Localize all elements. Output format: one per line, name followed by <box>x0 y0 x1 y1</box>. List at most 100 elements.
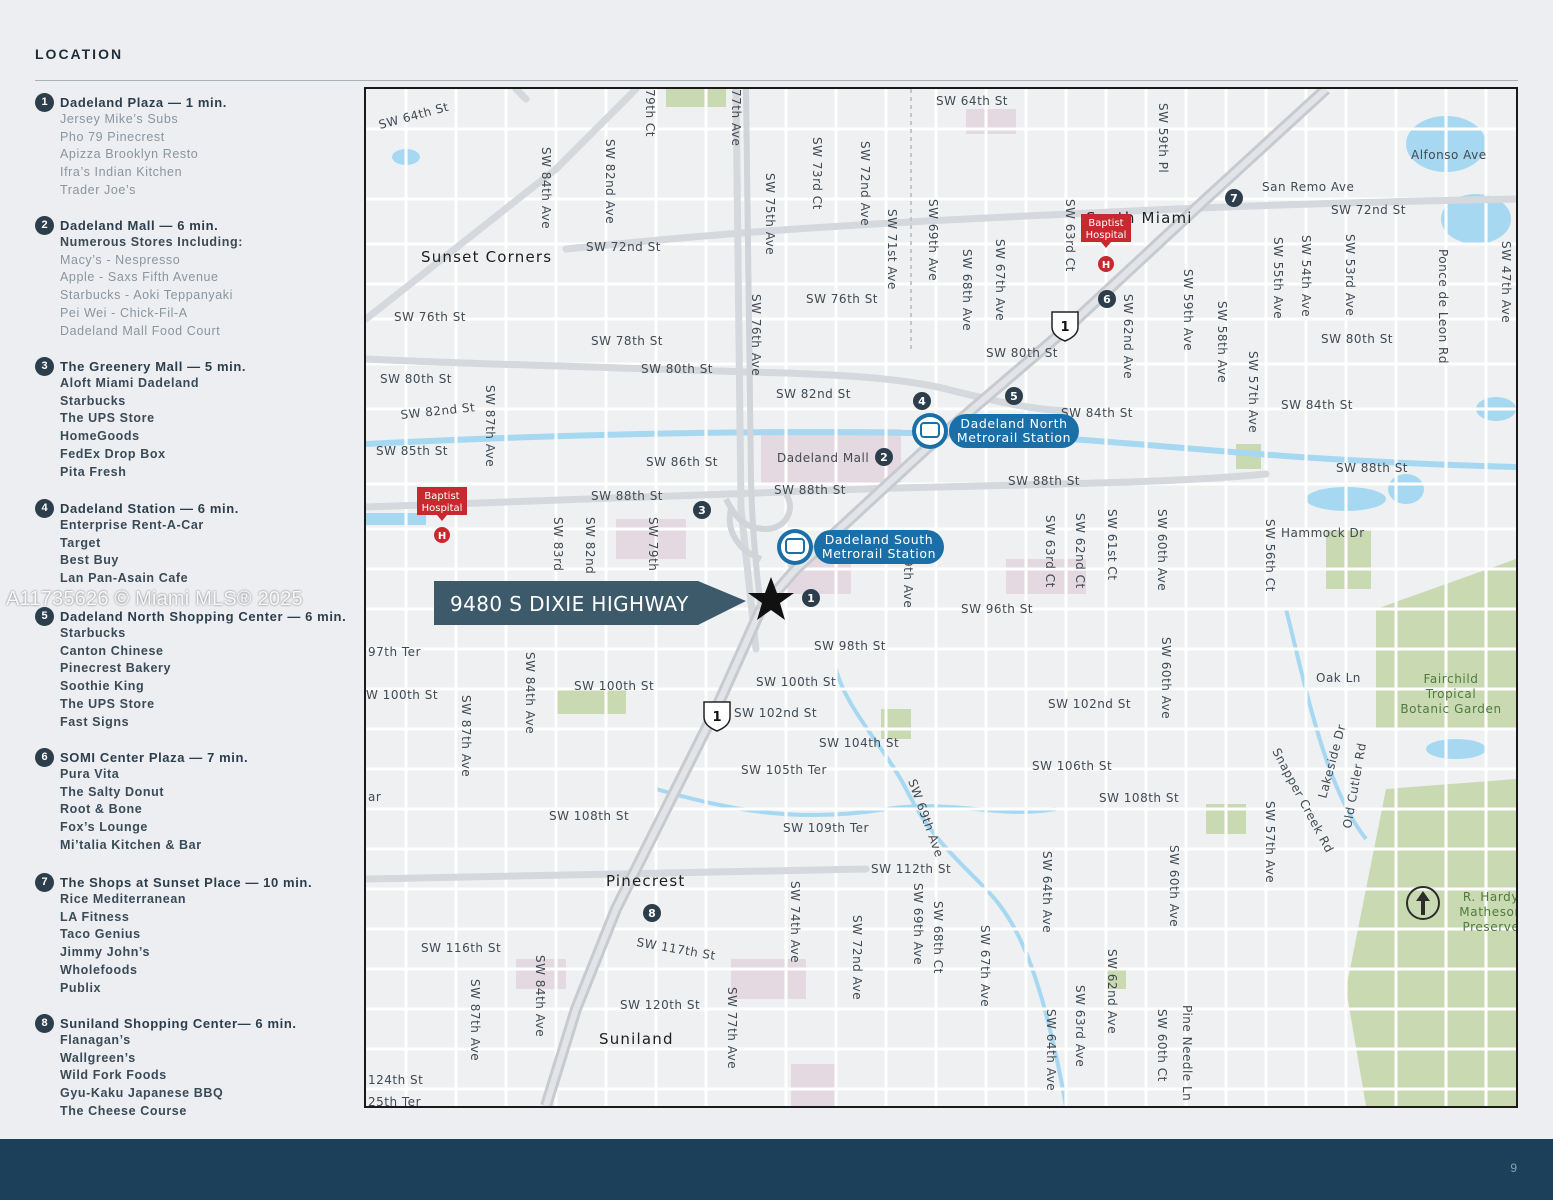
street-label: Ponce de Leon Rd <box>1436 249 1450 364</box>
street-label: SW 79th <box>646 517 660 571</box>
street-label: SW 74th Ave <box>788 881 802 963</box>
svg-text:8: 8 <box>648 907 656 920</box>
street-label: SW 56th Ct <box>1263 519 1277 592</box>
amenity-item: Apizza Brooklyn Resto <box>60 147 199 162</box>
amenity-group-title: Dadeland Plaza — 1 min. <box>60 94 227 110</box>
street-label: SW 104th St <box>819 736 899 750</box>
street-label: SW 96th St <box>961 602 1033 616</box>
amenity-item: Macy’s - Nespresso <box>60 252 181 267</box>
street-label: 25th Ter <box>368 1095 421 1106</box>
street-label: SW 59th Pl <box>1156 103 1170 173</box>
location-map[interactable]: Sunset Corners South Miami Pinecrest Sun… <box>364 87 1518 1108</box>
svg-text:5: 5 <box>1010 390 1018 403</box>
poi-marker-1: 1 <box>802 589 820 607</box>
street-label: SW 80th St <box>380 372 452 386</box>
street-label: SW 61st Ct <box>1105 509 1119 580</box>
street-label: SW 120th St <box>620 998 700 1012</box>
street-label: SW 68th Ct <box>931 901 945 974</box>
street-label: San Remo Ave <box>1262 180 1354 194</box>
amenity-item: HomeGoods <box>60 429 140 444</box>
station-label: Dadeland North <box>960 416 1067 431</box>
street-label: SW 75th Ave <box>763 173 777 255</box>
street-label: SW 64th St <box>936 94 1008 108</box>
street-label: SW 80th St <box>641 362 713 376</box>
footer-bar: 9 <box>0 1139 1553 1200</box>
poi-marker-4: 4 <box>913 392 931 410</box>
amenity-group-title: The Greenery Mall — 5 min. <box>60 358 247 374</box>
street-label: SW 60th Ave <box>1167 845 1181 927</box>
street-label: SW 80th St <box>1321 332 1393 346</box>
amenity-item: Trader Joe’s <box>60 182 136 197</box>
amenity-subtitle: Numerous Stores Including: <box>60 235 243 249</box>
street-label: SW 63rd Ave <box>1073 985 1087 1067</box>
amenity-item: Starbucks <box>60 626 126 640</box>
amenity-item: Ifra’s Indian Kitchen <box>60 165 183 180</box>
street-label: 97th Ter <box>368 645 421 659</box>
mall-label: Dadeland Mall <box>777 451 869 465</box>
poi-marker-5: 5 <box>1005 387 1023 405</box>
street-label: SW 109th Ter <box>783 821 869 835</box>
amenity-item: The UPS Store <box>60 696 155 711</box>
street-label: SW 60th Ave <box>1155 509 1169 591</box>
street-label: SW 57th Ave <box>1246 351 1260 433</box>
street-label: SW 72nd St <box>586 240 661 254</box>
street-label: SW 88th St <box>774 483 846 497</box>
street-label: SW 63rd Ct <box>1043 515 1057 588</box>
amenity-item: Best Buy <box>60 553 119 568</box>
amenity-item: Lan Pan-Asain Cafe <box>60 571 189 586</box>
street-label: SW 73rd Ct <box>810 137 824 210</box>
svg-text:7: 7 <box>1230 192 1238 205</box>
amenity-item: Enterprise Rent-A-Car <box>60 518 204 532</box>
street-label: SW 86th St <box>646 455 718 469</box>
street-label: SW 84th St <box>1281 398 1353 412</box>
hospital-label: Hospital <box>1086 230 1127 241</box>
street-label: SW 69th Ave <box>926 199 940 281</box>
amenity-item: Pita Fresh <box>60 464 127 479</box>
street-label: SW 87th Ave <box>483 385 497 467</box>
amenity-number-badge: 6 <box>35 747 54 767</box>
page-title: LOCATION <box>35 46 124 62</box>
poi-marker-3: 3 <box>693 501 711 519</box>
amenity-item: FedEx Drop Box <box>60 446 166 461</box>
street-label: SW 67th Ave <box>978 925 992 1007</box>
amenity-item: Soothie King <box>60 679 145 694</box>
hospital-label: Baptist <box>424 491 459 502</box>
street-label: SW 59th Ave <box>1181 269 1195 351</box>
street-label: SW 54th Ave <box>1299 235 1313 317</box>
street-label: SW 72nd St <box>1331 203 1406 217</box>
street-label: SW 64th Ave <box>1040 851 1054 933</box>
park-label: R. Hardy <box>1463 890 1516 904</box>
street-label: SW 72nd Ave <box>858 141 872 226</box>
street-label: SW 60th Ct <box>1155 1009 1169 1082</box>
street-label: SW 100th St <box>574 679 654 693</box>
poi-marker-2: 2 <box>875 448 893 466</box>
street-label: Oak Ln <box>1316 671 1361 685</box>
street-label: SW 64th Ave <box>1044 1009 1058 1091</box>
station-label: Dadeland South <box>825 532 934 547</box>
amenity-group-6: 6 SOMI Center Plaza — 7 min. Pura Vita Th… <box>35 747 248 855</box>
amenity-item: Pho 79 Pinecrest <box>60 129 165 144</box>
hospital-icon: H <box>1102 260 1110 271</box>
amenity-item: The Salty Donut <box>60 784 165 799</box>
amenity-item: Pei Wei - Chick-Fil-A <box>60 305 188 320</box>
street-label: Pine Needle Ln <box>1180 1005 1194 1101</box>
street-label: SW 60th Ave <box>1159 637 1173 719</box>
park-label: Preserve <box>1463 920 1516 934</box>
street-label: SW 80th St <box>986 346 1058 360</box>
amenity-item: Wallgreen’s <box>60 1050 136 1065</box>
street-label: SW 82nd St <box>776 387 851 401</box>
street-label: SW 76th St <box>394 310 466 324</box>
header-divider <box>35 80 1518 81</box>
street-label: SW 68th Ave <box>960 249 974 331</box>
amenity-item: Dadeland Mall Food Court <box>60 323 221 338</box>
amenity-number-badge: 2 <box>35 215 54 235</box>
amenity-group-2: 2 Dadeland Mall — 6 min. Numerous Stores … <box>35 215 243 340</box>
amenity-item: Starbucks <box>60 393 126 408</box>
amenity-item: Flanagan’s <box>60 1033 131 1047</box>
page-number: 9 <box>1510 1161 1517 1175</box>
street-label: SW 82nd <box>583 517 597 574</box>
street-label: SW 47th Ave <box>1499 241 1513 323</box>
street-label: SW 112th St <box>871 862 951 876</box>
street-label: SW 88th St <box>591 489 663 503</box>
amenity-item: Fast Signs <box>60 714 130 729</box>
